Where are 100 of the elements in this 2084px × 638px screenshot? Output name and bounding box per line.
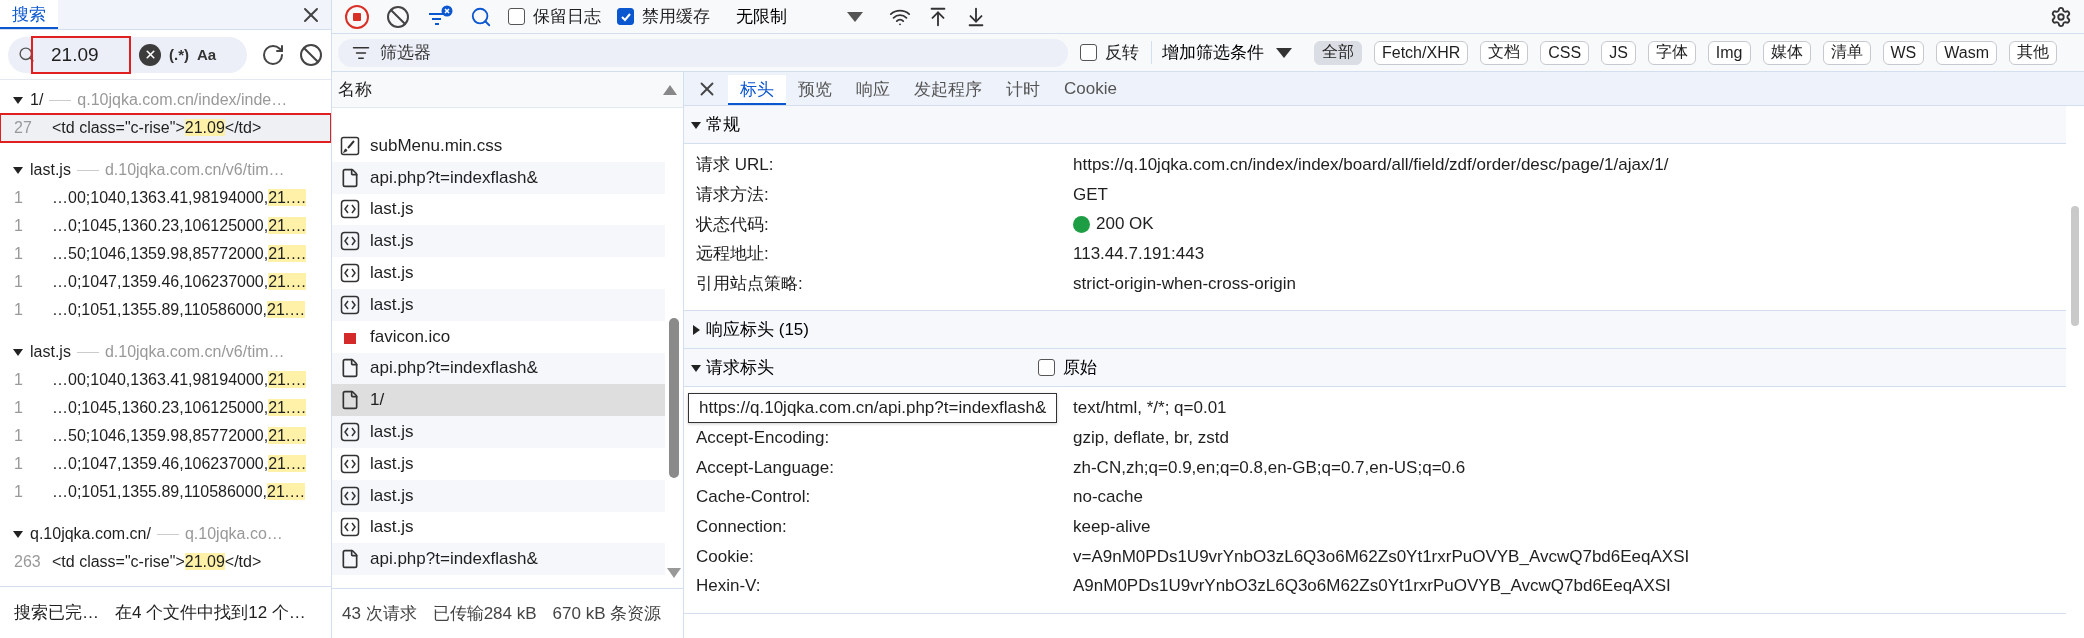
filter-field[interactable]: 筛选器 (338, 38, 1068, 67)
sort-up-icon[interactable] (663, 84, 677, 95)
match-code: …0;1045,1360.23,106125000,21.… (52, 399, 307, 417)
match-code: …0;1051,1355.89,110586000,21.… (52, 483, 306, 501)
request-row[interactable]: api.php?t=indexflash& (332, 352, 665, 385)
detail-tab[interactable]: 计时 (994, 75, 1052, 105)
result-file-header[interactable]: last.js d.10jqka.com.cn/v6/tim… (0, 338, 331, 366)
header-value: no-cache (1073, 487, 1143, 508)
checkbox[interactable] (1080, 44, 1097, 61)
scroll-down-icon[interactable] (667, 568, 681, 578)
expand-triangle-icon[interactable] (12, 346, 24, 358)
header-name: 引用站点策略: (696, 274, 803, 294)
settings-icon[interactable] (2050, 5, 2072, 28)
type-filter-chip[interactable]: 全部 (1314, 40, 1362, 65)
match-line[interactable]: 1 …0;1051,1355.89,110586000,21.… (0, 478, 331, 506)
request-row[interactable]: last.js (332, 416, 665, 448)
code-file-icon (340, 453, 360, 474)
match-line[interactable]: 1 …0;1051,1355.89,110586000,21.… (0, 296, 331, 324)
expand-triangle-icon[interactable] (12, 528, 24, 540)
match-line[interactable]: 263 <td class="c-rise">21.09</td> (0, 548, 331, 576)
header-name: 请求方法: (696, 185, 769, 205)
request-name: api.php?t=indexflash& (370, 167, 538, 188)
request-name: last.js (370, 517, 414, 538)
summary-text: 670 kB 条资源 (552, 603, 662, 625)
type-filter-chip[interactable]: Fetch/XHR (1374, 40, 1469, 65)
clear-results-icon[interactable] (299, 42, 323, 67)
match-code: …0;1045,1360.23,106125000,21.… (52, 217, 307, 235)
result-file-header[interactable]: q.10jqka.com.cn/ q.10jqka.co… (0, 520, 331, 548)
raw-toggle[interactable]: 原始 (1038, 356, 1097, 380)
expand-triangle-icon[interactable] (12, 164, 24, 176)
type-filter-chip[interactable]: JS (1601, 40, 1636, 65)
match-line[interactable]: 1 …00;1040,1363.41,98194000,21.… (0, 366, 331, 394)
section-triangle-icon[interactable] (690, 323, 702, 336)
detail-tab[interactable]: 预览 (786, 75, 844, 105)
clear-icon[interactable] (139, 43, 161, 66)
match-line[interactable]: 1 …50;1046,1359.98,85772000,21.… (0, 240, 331, 268)
type-filter-chip[interactable]: 清单 (1822, 40, 1871, 65)
throttling-dropdown[interactable]: 无限制 (726, 5, 873, 28)
clear-icon[interactable] (386, 4, 410, 29)
file-name: 1/ (30, 91, 44, 109)
line-number: 1 (14, 273, 24, 291)
section-title: 请求标头 (706, 357, 774, 380)
match-line[interactable]: 1 …0;1047,1359.46,106237000,21.… (0, 268, 331, 296)
request-row[interactable]: last.js (332, 289, 665, 321)
column-header[interactable]: 名称 (338, 78, 372, 101)
checkbox[interactable] (617, 8, 634, 25)
type-filter-chip[interactable]: 字体 (1647, 40, 1696, 65)
match-line[interactable]: 1 …0;1045,1360.23,106125000,21.… (0, 394, 331, 422)
request-row[interactable]: api.php?t=indexflash& (332, 161, 665, 194)
search-icon[interactable] (470, 5, 492, 28)
scrollbar-thumb[interactable] (2071, 206, 2079, 326)
match-line[interactable]: 1 …0;1045,1360.23,106125000,21.… (0, 212, 331, 240)
search-tab[interactable]: 搜索 (0, 0, 58, 29)
detail-tab[interactable]: 发起程序 (902, 75, 994, 105)
checkbox[interactable] (508, 8, 525, 25)
match-code: …0;1051,1355.89,110586000,21.… (52, 301, 306, 319)
type-filter-chip[interactable]: Wasm (1936, 40, 1997, 65)
result-file-header[interactable]: 1/ q.10jqka.com.cn/index/inde… (0, 86, 331, 114)
type-filter-chip[interactable]: WS (1882, 40, 1925, 65)
detail-tab[interactable]: Cookie (1052, 75, 1129, 105)
file-url: d.10jqka.com.cn/v6/tim… (104, 343, 285, 361)
type-filter-chip[interactable]: 文档 (1480, 40, 1529, 65)
checkbox[interactable] (1038, 359, 1055, 377)
type-filter-chip[interactable]: 其他 (2009, 40, 2057, 65)
section-header[interactable]: 常规 (684, 106, 2066, 144)
match-line[interactable]: 1 …00;1040,1363.41,98194000,21.… (0, 184, 331, 212)
regex-toggle[interactable]: (.*) (169, 46, 189, 63)
more-filters-dropdown[interactable]: 增加筛选条件 (1151, 41, 1302, 64)
section-header[interactable]: 请求标头 原始 (684, 349, 2066, 388)
document-icon (340, 390, 360, 411)
code-file-icon (340, 263, 360, 284)
summary-text: 43 次请求 (342, 603, 417, 625)
match-line[interactable]: 1 …50;1046,1359.98,85772000,21.… (0, 422, 331, 450)
checkbox-label[interactable]: 禁用缓存 (617, 5, 710, 28)
request-row[interactable]: 1/ (332, 384, 665, 417)
expand-triangle-icon[interactable] (12, 94, 24, 106)
detail-tab[interactable]: 标头 (728, 75, 786, 105)
type-filter-chip[interactable]: Img (1707, 40, 1751, 65)
detail-tab[interactable]: 响应 (844, 75, 902, 105)
summary-text: 已传输284 kB (432, 603, 537, 625)
request-row[interactable]: api.php?t=indexflash& (332, 543, 665, 576)
checkbox-label[interactable]: 保留日志 (508, 5, 601, 28)
checkbox-label[interactable]: 反转 (1080, 41, 1139, 64)
scrollbar-thumb[interactable] (669, 318, 679, 478)
match-line[interactable]: 1 …0;1047,1359.46,106237000,21.… (0, 450, 331, 478)
result-file-header[interactable]: last.js d.10jqka.com.cn/v6/tim… (0, 156, 331, 184)
line-number: 1 (14, 371, 24, 389)
code-file-icon (340, 517, 360, 538)
query-input[interactable]: 21.09 (31, 35, 131, 74)
type-filter-chip[interactable]: 媒体 (1762, 40, 1811, 65)
record-stop-icon[interactable] (344, 3, 370, 30)
case-toggle[interactable]: Aa (197, 46, 217, 63)
request-row[interactable]: last.js (332, 225, 665, 258)
code-file-icon (340, 231, 360, 252)
request-row[interactable]: last.js (332, 479, 665, 512)
line-number: 1 (14, 301, 24, 319)
section-header[interactable]: 响应标头 (15) (684, 311, 2066, 350)
type-filter-chip[interactable]: CSS (1540, 40, 1590, 65)
refresh-icon[interactable] (261, 42, 285, 67)
search-field[interactable]: 21.09 (.*) Aa (8, 36, 247, 73)
